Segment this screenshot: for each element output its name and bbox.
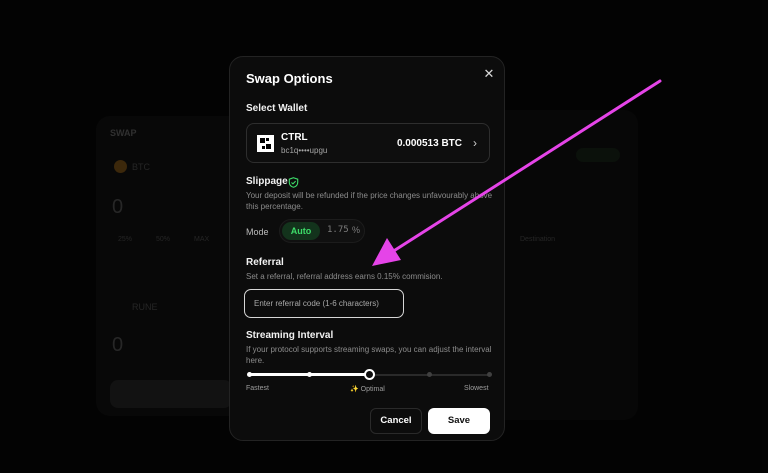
slider-label-optimal: ✨ Optimal: [350, 386, 385, 393]
streaming-interval-label: Streaming Interval: [246, 330, 334, 341]
screen: SWAP BTC 0 25% 50% MAX RUNE 0 Destinatio…: [0, 0, 768, 473]
slider-label-slowest: Slowest: [464, 385, 489, 392]
referral-label: Referral: [246, 257, 284, 268]
streaming-interval-description: If your protocol supports streaming swap…: [246, 345, 492, 365]
chevron-right-icon: ›: [473, 136, 477, 150]
save-button[interactable]: Save: [428, 408, 490, 434]
shield-check-icon: [288, 177, 299, 188]
mode-auto-button[interactable]: Auto: [282, 222, 320, 240]
slider-step[interactable]: [306, 372, 312, 377]
select-wallet-label: Select Wallet: [246, 103, 308, 114]
slippage-value[interactable]: 1.75: [327, 225, 349, 235]
slippage-label: Slippage: [246, 176, 288, 187]
streaming-interval-slider[interactable]: [246, 368, 492, 382]
swap-options-modal: Swap Options ✕ Select Wallet CTRL bc1q••…: [229, 56, 505, 441]
modal-title: Swap Options: [246, 71, 333, 86]
cancel-button[interactable]: Cancel: [370, 408, 422, 434]
wallet-name: CTRL: [281, 132, 308, 143]
slider-step[interactable]: [486, 372, 492, 377]
ctrl-logo-icon: [257, 135, 274, 152]
wallet-balance: 0.000513 BTC: [396, 138, 462, 149]
slider-thumb[interactable]: [363, 369, 375, 380]
slippage-description: Your deposit will be refunded if the pri…: [246, 191, 493, 211]
mode-label: Mode: [246, 227, 269, 237]
close-icon[interactable]: ✕: [482, 67, 496, 81]
referral-code-input[interactable]: [244, 289, 404, 318]
slippage-mode-toggle: Auto 1.75 %: [279, 219, 365, 243]
slider-step[interactable]: [426, 372, 432, 377]
referral-description: Set a referral, referral address earns 0…: [246, 272, 443, 281]
slider-label-fastest: Fastest: [246, 385, 269, 392]
slippage-unit: %: [352, 225, 361, 235]
slider-step[interactable]: [246, 372, 252, 377]
wallet-address: bc1q••••upgu: [281, 146, 328, 155]
wallet-selector[interactable]: CTRL bc1q••••upgu 0.000513 BTC ›: [246, 123, 490, 163]
